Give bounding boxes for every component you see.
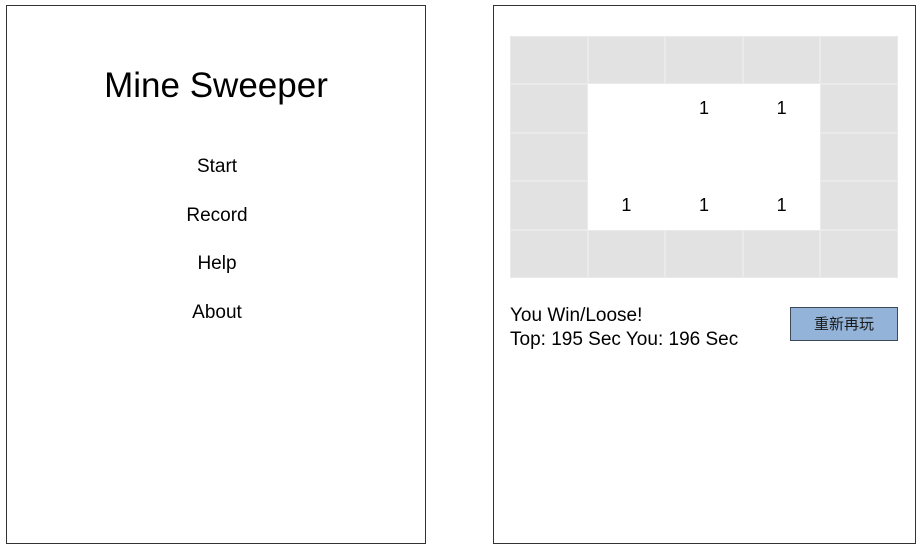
menu-item-help[interactable]: Help — [167, 249, 267, 279]
board-cell[interactable]: 1 — [665, 181, 743, 230]
board-cell[interactable] — [510, 84, 588, 133]
board-cell[interactable] — [510, 36, 588, 85]
top-time-value: 195 Sec — [551, 329, 621, 350]
board-cell[interactable] — [665, 132, 743, 182]
board-cell[interactable] — [510, 229, 588, 278]
board-cell[interactable] — [587, 132, 666, 182]
board-cell[interactable] — [665, 36, 743, 85]
board-cell[interactable] — [820, 229, 898, 278]
board-cell[interactable] — [587, 229, 666, 278]
board-cell[interactable] — [820, 132, 898, 182]
board-cell[interactable] — [587, 84, 666, 133]
board-cell[interactable] — [510, 132, 588, 182]
board-cell[interactable] — [665, 229, 743, 278]
menu-item-start[interactable]: Start — [167, 152, 267, 182]
board-cell[interactable] — [742, 229, 821, 278]
board-cell[interactable] — [820, 181, 898, 230]
board-cell[interactable]: 1 — [587, 181, 666, 230]
your-time-value: 196 Sec — [668, 329, 739, 350]
board-cell[interactable]: 1 — [742, 181, 821, 230]
board-cell[interactable]: 1 — [742, 84, 821, 133]
replay-button[interactable]: 重新再玩 — [790, 307, 898, 341]
board-cell[interactable]: 1 — [665, 84, 743, 133]
board-cell[interactable] — [820, 36, 898, 85]
main-menu-screen: Mine Sweeper Start Record Help About — [6, 5, 426, 544]
minefield-grid: 1 1 1 1 1 — [510, 36, 898, 278]
time-stats: Top: 195 Sec You: 196 Sec — [510, 328, 738, 352]
your-time-label: You: — [625, 329, 664, 350]
top-time-label: Top: — [510, 329, 546, 350]
board-cell[interactable] — [510, 181, 588, 230]
game-result-text: You Win/Loose! — [510, 305, 643, 326]
board-cell[interactable] — [742, 132, 821, 182]
board-cell[interactable] — [742, 36, 821, 85]
board-cell[interactable] — [587, 36, 666, 85]
game-screen: 1 1 1 1 1 You Win/Loose! Top: 195 Sec Yo… — [493, 5, 916, 544]
board-cell[interactable] — [820, 84, 898, 133]
app-title: Mine Sweeper — [104, 66, 328, 105]
menu-item-about[interactable]: About — [167, 298, 267, 328]
menu-item-record[interactable]: Record — [167, 201, 267, 231]
